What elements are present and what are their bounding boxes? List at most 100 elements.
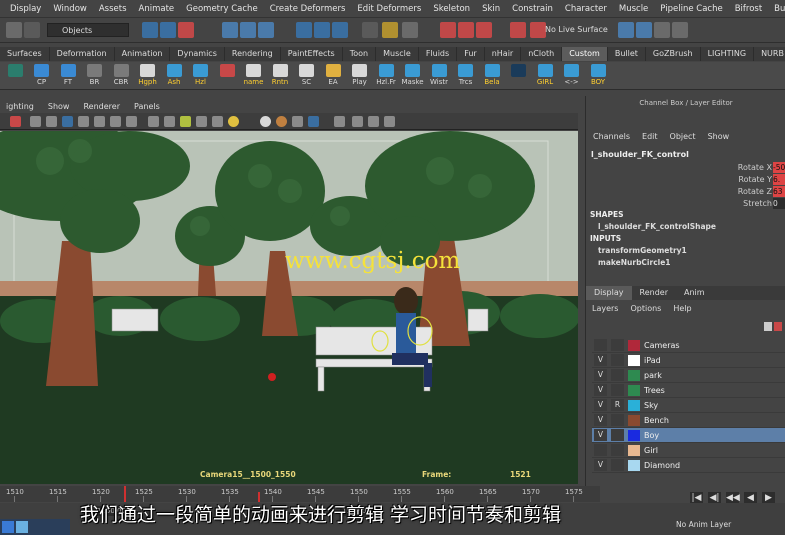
magnet-surface-icon[interactable]	[476, 22, 492, 38]
grid-icon[interactable]	[180, 116, 191, 127]
input-ops-icon[interactable]	[402, 22, 418, 38]
layer-menu-layers[interactable]: Layers	[586, 302, 624, 316]
shelf-tab-fur[interactable]: Fur	[457, 47, 485, 61]
render-settings-icon[interactable]	[654, 22, 670, 38]
tab-render[interactable]: Render	[632, 286, 676, 300]
menu-edit-deformers[interactable]: Edit Deformers	[351, 4, 427, 14]
channels-menu-edit[interactable]: Edit	[635, 130, 663, 144]
visibility-toggle[interactable]: V	[594, 459, 607, 471]
selection-mode-dropdown[interactable]: Objects	[47, 23, 129, 37]
xray-icon[interactable]	[148, 116, 159, 127]
anim-layer-dropdown[interactable]: No Anim Layer	[676, 520, 731, 529]
attr-value[interactable]: 0	[773, 198, 785, 209]
layer-color-swatch[interactable]	[628, 370, 640, 381]
playback-toggle[interactable]	[611, 459, 624, 471]
layer-color-swatch[interactable]	[628, 415, 640, 426]
shelf-button-bela[interactable]: Bela	[481, 64, 503, 90]
menu-skin[interactable]: Skin	[476, 4, 506, 14]
shelf-tab-deformation[interactable]: Deformation	[50, 47, 115, 61]
layer-color-swatch[interactable]	[628, 340, 640, 351]
visibility-toggle[interactable]: V	[594, 354, 607, 366]
visibility-toggle[interactable]: V	[594, 384, 607, 396]
smooth-shade-icon[interactable]	[46, 116, 57, 127]
shelf-button-maske[interactable]: Maske	[402, 64, 424, 90]
new-scene-icon[interactable]	[6, 22, 22, 38]
camera-select-icon[interactable]	[10, 116, 21, 127]
shape-item[interactable]: l_shoulder_FK_controlShape	[598, 222, 716, 231]
layer-color-swatch[interactable]	[628, 355, 640, 366]
menu-constrain[interactable]: Constrain	[506, 4, 559, 14]
maya-taskbar-icon[interactable]	[16, 521, 28, 533]
viewport-menu-panels[interactable]: Panels	[128, 102, 168, 111]
tab-anim[interactable]: Anim	[676, 286, 713, 300]
shelf-button-0[interactable]	[4, 64, 26, 90]
shadows-icon[interactable]	[94, 116, 105, 127]
ambient-occlusion-icon[interactable]	[276, 116, 287, 127]
antialias-icon[interactable]	[308, 116, 319, 127]
3d-viewport[interactable]	[0, 131, 578, 484]
menu-bullet[interactable]: Bullet	[768, 4, 785, 14]
menu-animate[interactable]: Animate	[133, 4, 181, 14]
menu-bifrost[interactable]: Bifrost	[729, 4, 768, 14]
shelf-button-ft[interactable]: FT	[57, 64, 79, 90]
select-by-component-icon[interactable]	[178, 22, 194, 38]
layer-menu-help[interactable]: Help	[667, 302, 697, 316]
sphere-icon[interactable]	[260, 116, 271, 127]
shelf-button-ea[interactable]: EA	[322, 64, 344, 90]
shelf-button-8[interactable]	[216, 64, 238, 90]
attr-row[interactable]: Rotate Y 6.	[586, 174, 785, 186]
layer-row-park[interactable]: Vpark	[592, 368, 785, 383]
hud-icon[interactable]	[196, 116, 207, 127]
visibility-toggle[interactable]: V	[594, 369, 607, 381]
layer-color-swatch[interactable]	[628, 430, 640, 441]
lighting-icon[interactable]	[78, 116, 89, 127]
select-by-object-icon[interactable]	[160, 22, 176, 38]
shelf-tab-ncloth[interactable]: nCloth	[521, 47, 563, 61]
channels-menu-show[interactable]: Show	[701, 130, 735, 144]
hypershade-icon[interactable]	[672, 22, 688, 38]
shelf-tab-gozbrush[interactable]: GoZBrush	[646, 47, 701, 61]
input-node[interactable]: makeNurbCircle1	[598, 258, 671, 267]
layer-color-swatch[interactable]	[628, 460, 640, 471]
shelf-button-[interactable]: <->	[561, 64, 583, 90]
film-gate-icon[interactable]	[110, 116, 121, 127]
shelf-tab-custom[interactable]: Custom	[562, 47, 608, 61]
menu-muscle[interactable]: Muscle	[613, 4, 654, 14]
shelf-button-sc[interactable]: SC	[296, 64, 318, 90]
shelf-button-rntn[interactable]: Rntn	[269, 64, 291, 90]
shelf-tab-fluids[interactable]: Fluids	[419, 47, 458, 61]
layer-row-girl[interactable]: Girl	[592, 443, 785, 458]
shelf-tab-toon[interactable]: Toon	[343, 47, 377, 61]
attr-row[interactable]: Rotate X -50	[586, 162, 785, 174]
shelf-button-boy[interactable]: BOY	[587, 64, 609, 90]
shelf-tab-rendering[interactable]: Rendering	[225, 47, 281, 61]
visibility-toggle[interactable]	[594, 444, 607, 456]
snap-grid-icon[interactable]	[222, 22, 238, 38]
attr-row[interactable]: Stretch 0	[586, 198, 785, 210]
shelf-button-cbr[interactable]: CBR	[110, 64, 132, 90]
select-by-hierarchy-icon[interactable]	[142, 22, 158, 38]
construction-history-icon[interactable]	[296, 22, 312, 38]
visibility-toggle[interactable]: V	[594, 429, 607, 441]
menu-display[interactable]: Display	[4, 4, 47, 14]
shelf-tab-bullet[interactable]: Bullet	[608, 47, 646, 61]
input-node[interactable]: transformGeometry1	[598, 246, 687, 255]
shelf-button-play[interactable]: Play	[349, 64, 371, 90]
channels-menu-object[interactable]: Object	[663, 130, 701, 144]
magnet-icon[interactable]	[440, 22, 456, 38]
make-live-icon[interactable]	[510, 22, 526, 38]
snap-point-icon[interactable]	[258, 22, 274, 38]
layer-row-diamond[interactable]: V Diamond	[592, 458, 785, 473]
playback-toggle[interactable]	[611, 354, 624, 366]
new-layer-icon[interactable]	[762, 320, 784, 334]
layer-row-bench[interactable]: V Bench	[592, 413, 785, 428]
save-scene-icon[interactable]	[24, 22, 40, 38]
ipr-render-icon[interactable]	[332, 22, 348, 38]
viewport-menu-renderer[interactable]: Renderer	[77, 102, 128, 111]
shelf-button-ash[interactable]: Ash	[163, 64, 185, 90]
snap-curve-icon[interactable]	[240, 22, 256, 38]
gear-icon[interactable]	[384, 116, 395, 127]
playback-toggle[interactable]	[611, 429, 624, 441]
playback-toggle[interactable]	[611, 384, 624, 396]
render-icon[interactable]	[314, 22, 330, 38]
